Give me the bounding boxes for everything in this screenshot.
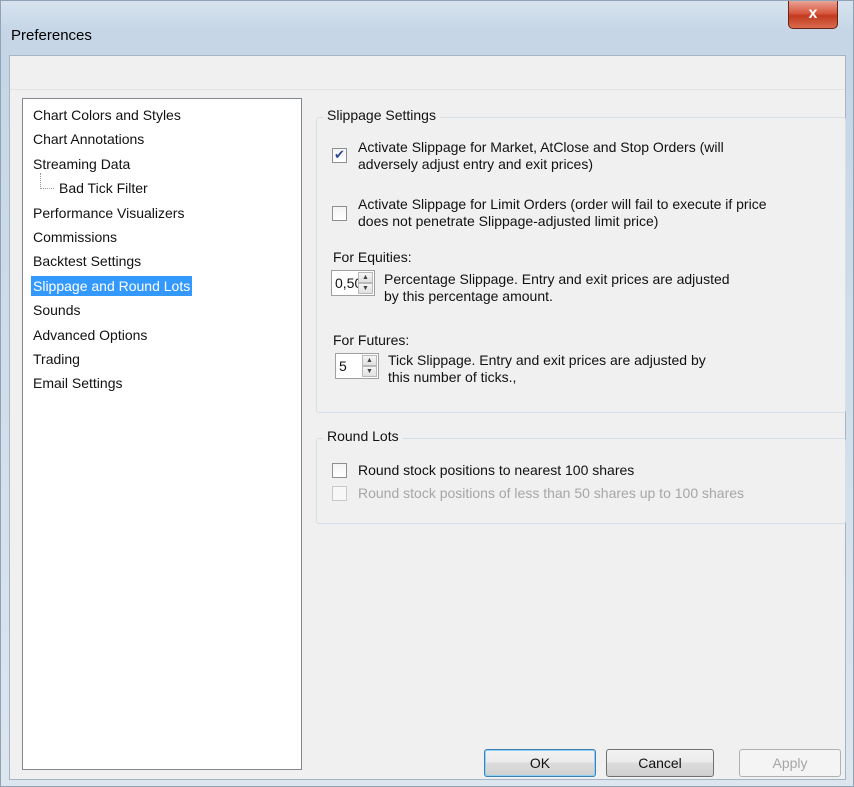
limit-slippage-label-1: Activate Slippage for Limit Orders (orde… <box>358 196 767 212</box>
equities-desc-2: by this percentage amount. <box>384 288 553 304</box>
spin-down-icon[interactable]: ▼ <box>362 366 377 377</box>
tree-item-chart-annotations[interactable]: Chart Annotations <box>23 128 301 152</box>
tree-item-bad-tick-filter[interactable]: Bad Tick Filter <box>23 173 301 201</box>
spin-up-icon[interactable]: ▲ <box>358 272 373 283</box>
tree-item-slippage-round-lots[interactable]: Slippage and Round Lots <box>23 275 301 299</box>
tree-item-label: Performance Visualizers <box>33 204 185 221</box>
spinner-arrows: ▲ ▼ <box>362 355 377 377</box>
limit-slippage-label-2: does not penetrate Slippage-adjusted lim… <box>358 213 659 229</box>
tree-item-email-settings[interactable]: Email Settings <box>23 372 301 396</box>
futures-label: For Futures: <box>333 332 410 348</box>
spinner-arrows: ▲ ▼ <box>358 272 373 294</box>
ok-button[interactable]: OK <box>484 749 596 777</box>
tree-item-label: Chart Colors and Styles <box>33 107 181 123</box>
round-lots-group: Round Lots Round stock positions to near… <box>316 428 846 524</box>
round-lots-title: Round Lots <box>323 428 403 444</box>
preferences-window: Preferences x Chart Colors and Styles Ch… <box>0 0 854 787</box>
market-slippage-label-2: adversely adjust entry and exit prices) <box>358 156 593 172</box>
equities-desc-1: Percentage Slippage. Entry and exit pric… <box>384 271 730 287</box>
tree-item-backtest-settings[interactable]: Backtest Settings <box>23 250 301 274</box>
cancel-button[interactable]: Cancel <box>606 749 714 777</box>
tree-item-chart-colors[interactable]: Chart Colors and Styles <box>23 104 301 128</box>
tree-item-label: Sounds <box>33 302 81 319</box>
tree-item-label: Chart Annotations <box>33 131 145 148</box>
apply-button: Apply <box>739 749 841 777</box>
title-bar[interactable]: Preferences x <box>1 1 853 55</box>
equities-label: For Equities: <box>333 249 412 265</box>
round-less-than-50-checkbox <box>332 486 347 501</box>
tree-item-commissions[interactable]: Commissions <box>23 226 301 250</box>
equities-slippage-spinner[interactable]: 0,50 ▲ ▼ <box>331 270 375 296</box>
tree-item-label: Email Settings <box>33 375 123 392</box>
spin-up-icon[interactable]: ▲ <box>362 355 377 366</box>
slippage-settings-title: Slippage Settings <box>323 107 440 123</box>
round-nearest-100-checkbox[interactable] <box>332 463 347 478</box>
tree-item-label: Bad Tick Filter <box>59 180 148 197</box>
futures-slippage-spinner[interactable]: 5 ▲ ▼ <box>335 353 379 379</box>
futures-desc-1: Tick Slippage. Entry and exit prices are… <box>388 352 706 368</box>
dialog-client-area: Chart Colors and Styles Chart Annotation… <box>9 55 846 780</box>
top-strip <box>10 56 845 90</box>
window-title: Preferences <box>11 27 92 44</box>
tree-item-label: Commissions <box>33 228 118 245</box>
round-nearest-100-label: Round stock positions to nearest 100 sha… <box>358 462 635 478</box>
slippage-settings-group: Slippage Settings Activate Slippage for … <box>316 107 846 413</box>
market-slippage-checkbox[interactable] <box>332 147 347 163</box>
tree-item-label: Trading <box>33 350 80 367</box>
futures-slippage-value: 5 <box>339 358 347 374</box>
round-less-than-50-label: Round stock positions of less than 50 sh… <box>358 485 745 501</box>
tree-item-trading[interactable]: Trading <box>23 348 301 372</box>
tree-item-streaming-data[interactable]: Streaming Data <box>23 153 301 177</box>
preferences-tree[interactable]: Chart Colors and Styles Chart Annotation… <box>22 98 302 770</box>
tree-item-label: Streaming Data <box>33 155 131 172</box>
tree-item-label: Advanced Options <box>33 326 148 343</box>
tree-connector-line <box>40 173 54 190</box>
tree-item-performance-visualizers[interactable]: Performance Visualizers <box>23 202 301 226</box>
tree-item-label: Backtest Settings <box>33 253 142 270</box>
limit-slippage-checkbox[interactable] <box>332 206 347 221</box>
close-icon: x <box>808 5 818 22</box>
tree-item-sounds[interactable]: Sounds <box>23 299 301 323</box>
market-slippage-label-1: Activate Slippage for Market, AtClose an… <box>358 139 724 155</box>
tree-item-label-selected: Slippage and Round Lots <box>31 275 193 296</box>
spin-down-icon[interactable]: ▼ <box>358 283 373 294</box>
close-button[interactable]: x <box>788 1 838 29</box>
futures-desc-2: this number of ticks., <box>388 369 517 385</box>
tree-item-advanced-options[interactable]: Advanced Options <box>23 324 301 348</box>
